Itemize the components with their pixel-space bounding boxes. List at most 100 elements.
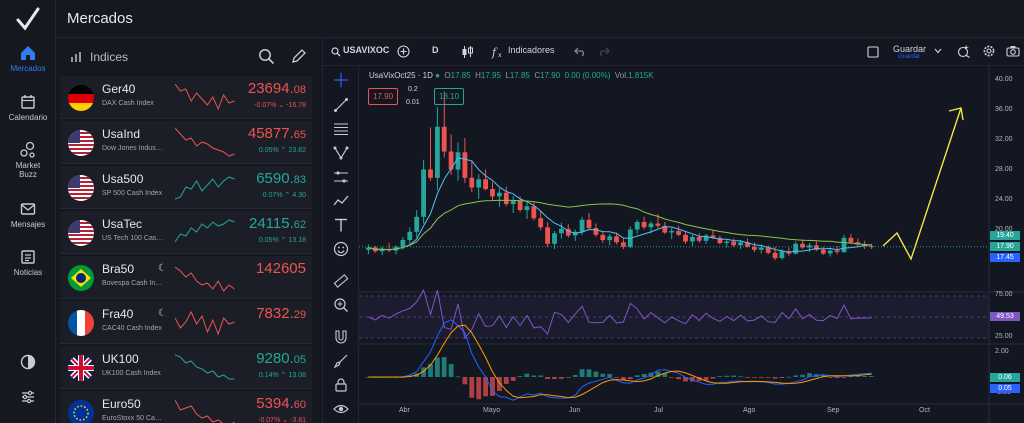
candle-body: [827, 250, 833, 254]
spread-top: 0.2: [408, 86, 418, 93]
search-icon[interactable]: [258, 48, 275, 65]
edit-pencil-icon[interactable]: [290, 48, 307, 65]
rsi-axis-label: 75.00: [995, 291, 1013, 298]
candlestick-type-icon[interactable]: [461, 45, 474, 59]
brand-checkmark-logo[interactable]: [14, 6, 42, 32]
candle-body: [676, 231, 681, 235]
quick-search-icon[interactable]: [957, 44, 971, 58]
gear-icon[interactable]: [982, 44, 996, 58]
macd-histogram-bar: [600, 373, 606, 377]
legend-change: 0.00 (0.00%): [564, 71, 611, 80]
rail-item-noticias[interactable]: Noticias: [0, 248, 56, 277]
time-axis-label: Jun: [569, 407, 581, 414]
eye-icon[interactable]: [333, 401, 349, 417]
layout-icon[interactable]: [867, 46, 879, 58]
rail-item-label: Mercados: [10, 64, 46, 73]
rail-item-mensajes[interactable]: Mensajes: [0, 200, 56, 229]
rsi-axis-label: 25.00: [995, 333, 1013, 340]
buy-price-box[interactable]: 18.10: [434, 88, 465, 105]
instrument-change: 0.05% ⌃ 13.18: [258, 237, 306, 244]
emoji-icon[interactable]: [333, 241, 349, 257]
price-tag: 19.40: [990, 231, 1020, 240]
macd-histogram-bar: [827, 377, 833, 378]
watchlist-row[interactable]: Usa500 SP 500 Cash Index 6590.83 0.07% ⌃ 4.…: [60, 166, 312, 209]
watchlist-panel: Indices Ger40 DAX Cash Index 23694.08 -0.07…: [56, 38, 318, 423]
price-axis-label: 36.00: [995, 106, 1013, 113]
zoom-in-icon[interactable]: [333, 297, 349, 313]
instrument-change: -0.07% ⌄ -16.78: [254, 102, 306, 109]
time-axis-label: Mayo: [483, 407, 501, 414]
indicators-fx-icon[interactable]: fx: [491, 44, 505, 59]
sparkline: [175, 176, 235, 200]
watchlist-row[interactable]: UsaTec US Tech 100 Cas… 24115.62 0.05% ⌃ 13…: [60, 211, 312, 254]
time-axis-label: Sep: [827, 407, 840, 414]
trend-line-icon[interactable]: [333, 97, 349, 113]
pattern-icon[interactable]: [333, 145, 349, 161]
candle-body: [469, 177, 475, 188]
svg-text:x: x: [498, 52, 502, 59]
camera-icon[interactable]: [1006, 45, 1020, 57]
price-axis-label: 32.00: [995, 136, 1013, 143]
macd-histogram-bar: [752, 377, 757, 378]
macd-histogram-bar: [469, 377, 475, 398]
save-button[interactable]: Guardar: [893, 44, 926, 54]
market-closed-moon-icon: ☾: [158, 308, 167, 319]
chart-area[interactable]: UsaVixOct25 · 1D ● O17.85 H17.95 L17.85 …: [359, 66, 1024, 423]
instrument-price: 45877.65: [248, 125, 306, 142]
brush-icon[interactable]: [333, 353, 349, 369]
forecast-icon[interactable]: [333, 193, 349, 209]
price-integer: 5394.: [256, 395, 294, 412]
candle-body: [793, 243, 799, 254]
rail-item-calendario[interactable]: Calendario: [0, 93, 56, 122]
price-decimals: 08: [293, 84, 306, 96]
crosshair-icon[interactable]: [333, 72, 349, 88]
spread-bottom: 0.01: [406, 99, 420, 106]
watchlist-row[interactable]: UsaInd Dow Jones Indus… 45877.65 0.05% ⌃ 23…: [60, 121, 312, 164]
rail-item-mercados[interactable]: Mercados: [0, 44, 56, 73]
add-compare-icon[interactable]: [397, 45, 410, 58]
symbol-search-input[interactable]: USAVIXOC: [343, 45, 389, 55]
watchlist-row[interactable]: Ger40 DAX Cash Index 23694.08 -0.07% ⌄ -16.…: [60, 76, 312, 119]
settings-button[interactable]: [0, 388, 56, 411]
magnet-icon[interactable]: [333, 329, 349, 345]
redo-icon[interactable]: [598, 46, 610, 57]
instrument-symbol: UK100: [102, 352, 139, 366]
candle-body: [476, 179, 482, 188]
candle-body: [841, 237, 847, 253]
macd-histogram-bar: [552, 377, 557, 380]
chevron-down-icon[interactable]: [934, 48, 942, 54]
legend-low: 17.85: [509, 71, 530, 80]
watchlist-row[interactable]: Bra50 Bovespa Cash In… ☾ 142605: [60, 256, 312, 299]
theme-toggle-button[interactable]: [0, 353, 56, 376]
watchlist-row[interactable]: Fra40 CAC40 Cash Index ☾ 7832.29: [60, 301, 312, 344]
watchlist-row[interactable]: Euro50 EuroStoxx 50 Ca… 5394.60 -0.07% ⌄ -3…: [60, 391, 312, 423]
price-chart-svg[interactable]: [359, 66, 1024, 423]
macd-histogram-bar: [800, 374, 805, 377]
top-bar: Mercados: [56, 0, 1024, 38]
projection-icon[interactable]: [333, 169, 349, 185]
macd-histogram-bar: [738, 376, 743, 378]
sell-price-box[interactable]: 17.90: [368, 88, 399, 105]
candle-body: [690, 237, 695, 242]
rail-item-market-buzz[interactable]: Market Buzz: [0, 141, 56, 179]
interval-button[interactable]: D: [432, 45, 439, 55]
undo-icon[interactable]: [574, 46, 586, 57]
watchlist-row[interactable]: UK100 UK100 Cash Index 9280.05 0.14% ⌃ 13.0…: [60, 346, 312, 389]
watchlist-title: Indices: [90, 50, 129, 64]
lock-icon[interactable]: [333, 377, 349, 393]
instrument-symbol: Ger40: [102, 82, 136, 96]
text-tool-icon[interactable]: [333, 217, 349, 233]
flag-de-icon: [68, 85, 94, 111]
search-icon[interactable]: [331, 47, 341, 57]
fib-retracement-icon[interactable]: [333, 121, 349, 137]
indicators-button[interactable]: Indicadores: [508, 45, 555, 55]
macd-histogram-bar: [862, 376, 868, 377]
candle-body: [400, 240, 406, 247]
price-integer: 9280.: [256, 350, 294, 367]
instrument-price: 9280.05: [256, 350, 306, 367]
save-sub-label: Guardar: [898, 54, 921, 60]
macd-histogram-bar: [586, 369, 592, 377]
macd-value-tag: 0.05: [990, 384, 1020, 393]
ruler-icon[interactable]: [333, 273, 349, 289]
page-title: Mercados: [67, 10, 133, 27]
